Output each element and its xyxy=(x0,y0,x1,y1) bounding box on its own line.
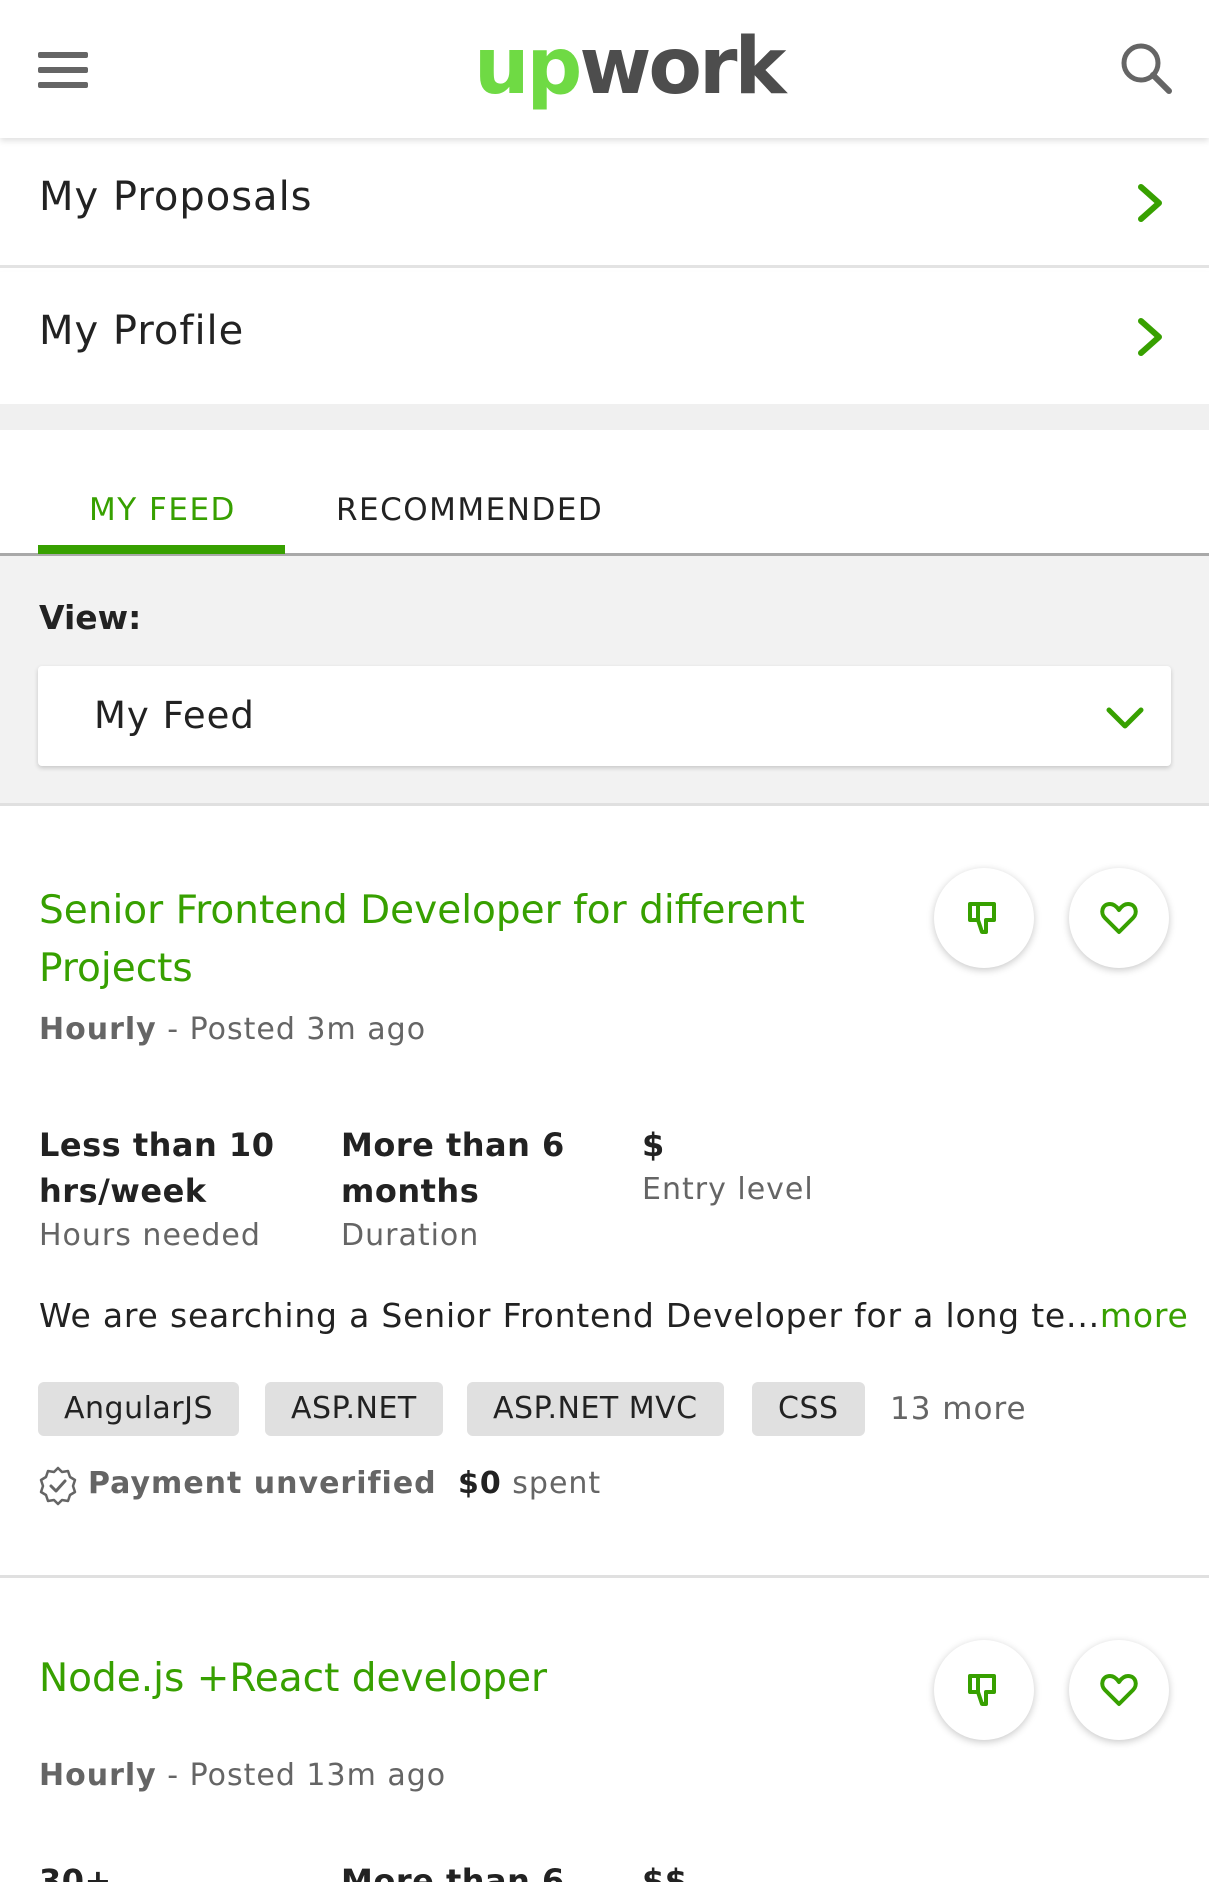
job-description: We are searching a Senior Frontend Devel… xyxy=(39,1296,1189,1335)
hours-value: Less than 10 hrs/week xyxy=(39,1126,275,1210)
more-skills-link[interactable]: 13 more xyxy=(890,1382,1027,1436)
heart-icon xyxy=(1100,902,1138,934)
hamburger-menu-icon[interactable] xyxy=(38,52,88,88)
feed-tabs: MY FEED RECOMMENDED xyxy=(0,430,1209,556)
dislike-button[interactable] xyxy=(934,1640,1034,1740)
job-type: Hourly xyxy=(39,1758,157,1793)
duration-stat: More than 6 xyxy=(341,1858,565,1882)
spent-label: spent xyxy=(501,1466,602,1501)
tab-my-feed[interactable]: MY FEED xyxy=(89,492,236,528)
nav-my-profile-label: My Profile xyxy=(39,308,245,354)
section-divider xyxy=(0,404,1209,430)
chevron-right-icon xyxy=(1138,318,1162,356)
chevron-down-icon xyxy=(1106,707,1144,729)
job-posted: - Posted 13m ago xyxy=(156,1758,447,1793)
payment-status: Payment unverified xyxy=(88,1466,437,1501)
dislike-button[interactable] xyxy=(934,868,1034,968)
spent-amount: $0 xyxy=(458,1466,502,1501)
client-spent: $0 spent xyxy=(458,1466,601,1501)
hours-label: Hours needed xyxy=(39,1218,261,1253)
heart-icon xyxy=(1100,1674,1138,1706)
verified-badge-icon xyxy=(39,1466,77,1506)
duration-stat: More than 6 months Duration xyxy=(341,1122,591,1253)
logo-work: work xyxy=(579,22,786,112)
nav-my-profile[interactable]: My Profile xyxy=(0,272,1209,404)
view-select-value: My Feed xyxy=(94,694,255,737)
job-card: Node.js +React developer Hourly - Posted… xyxy=(0,1578,1209,1882)
job-title[interactable]: Node.js +React developer xyxy=(39,1650,859,1708)
search-icon[interactable] xyxy=(1118,40,1174,96)
job-type: Hourly xyxy=(39,1012,157,1047)
logo-up: up xyxy=(474,22,582,112)
hours-needed-stat: Less than 10 hrs/week Hours needed xyxy=(39,1122,289,1253)
level-value: $$ xyxy=(642,1862,688,1882)
view-select[interactable]: My Feed xyxy=(38,666,1171,766)
save-job-button[interactable] xyxy=(1069,1640,1169,1740)
skill-tag[interactable]: AngularJS xyxy=(38,1382,240,1436)
upwork-logo[interactable]: upwork xyxy=(474,22,786,112)
view-section: View: My Feed xyxy=(0,556,1209,806)
nav-my-proposals-label: My Proposals xyxy=(39,174,313,220)
job-title[interactable]: Senior Frontend Developer for different … xyxy=(39,882,859,998)
job-card: Senior Frontend Developer for different … xyxy=(0,806,1209,1578)
app-header: upwork xyxy=(0,0,1209,138)
thumbs-down-icon xyxy=(968,902,996,934)
more-link[interactable]: more xyxy=(1100,1296,1189,1335)
job-posted: - Posted 3m ago xyxy=(156,1012,427,1047)
job-description-text: We are searching a Senior Frontend Devel… xyxy=(39,1296,1100,1335)
duration-value: More than 6 months xyxy=(341,1126,565,1210)
skill-tag[interactable]: ASP.NET xyxy=(265,1382,443,1436)
experience-level-stat: $$ xyxy=(642,1858,688,1882)
hours-value: 30+ xyxy=(39,1862,112,1882)
view-label: View: xyxy=(39,598,142,637)
tab-recommended[interactable]: RECOMMENDED xyxy=(336,492,603,528)
hours-needed-stat: 30+ xyxy=(39,1858,112,1882)
level-value: $ xyxy=(642,1126,665,1164)
experience-level-stat: $ Entry level xyxy=(642,1122,892,1207)
skill-tag[interactable]: CSS xyxy=(752,1382,865,1436)
job-meta: Hourly - Posted 3m ago xyxy=(39,1012,426,1047)
duration-label: Duration xyxy=(341,1218,480,1253)
active-tab-indicator xyxy=(38,545,285,554)
skill-tag[interactable]: ASP.NET MVC xyxy=(467,1382,724,1436)
duration-value: More than 6 xyxy=(341,1862,565,1882)
level-label: Entry level xyxy=(642,1172,814,1207)
save-job-button[interactable] xyxy=(1069,868,1169,968)
nav-my-proposals[interactable]: My Proposals xyxy=(0,138,1209,268)
thumbs-down-icon xyxy=(968,1674,996,1706)
job-meta: Hourly - Posted 13m ago xyxy=(39,1758,446,1793)
chevron-right-icon xyxy=(1138,184,1162,222)
